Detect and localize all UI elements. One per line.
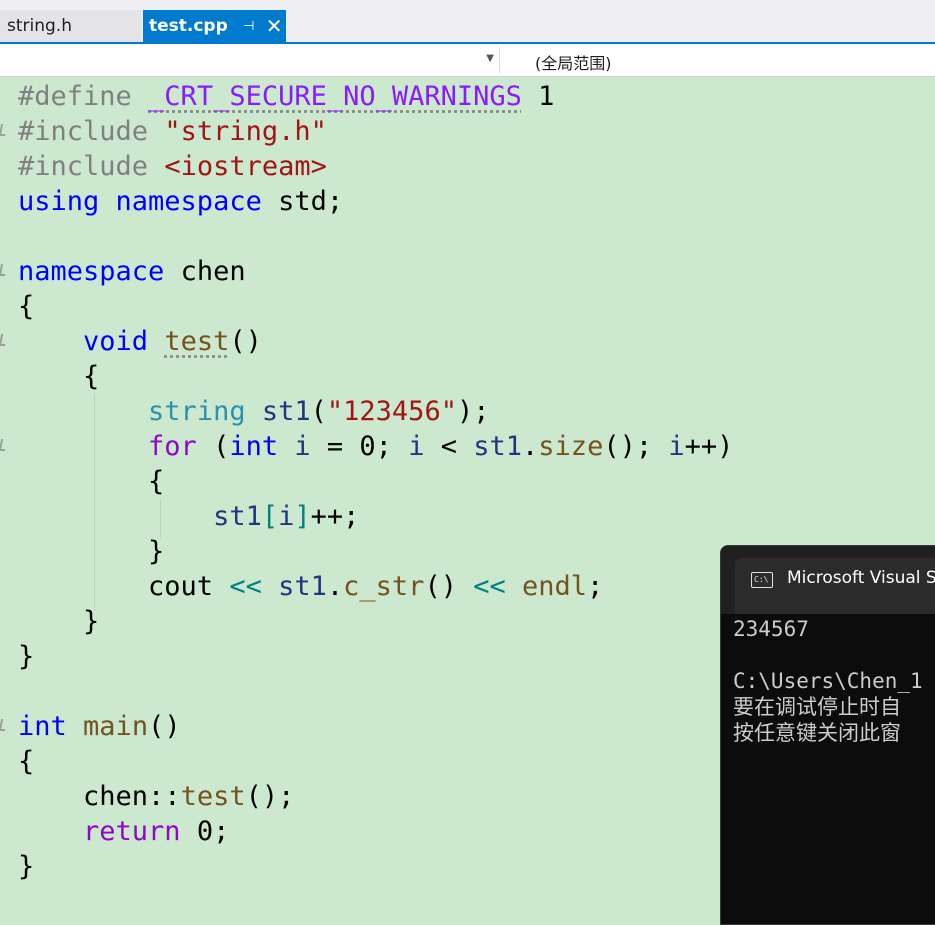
debug-console-window[interactable]: C:\ Microsoft Visual S 234567 C:\Users\C… xyxy=(720,545,935,925)
pin-icon[interactable]: ⊣ xyxy=(242,19,256,34)
outline-marker[interactable] xyxy=(0,334,8,346)
outline-marker[interactable] xyxy=(0,264,8,276)
code-line-19: int main() xyxy=(18,711,181,742)
code-line-13: st1[i]++; xyxy=(213,501,360,532)
console-line: 要在调试停止时自 xyxy=(733,695,901,719)
code-line-9: { xyxy=(18,361,100,392)
code-line-7: { xyxy=(18,291,35,322)
chevron-down-icon[interactable]: ▼ xyxy=(486,53,494,64)
console-title-bar[interactable]: C:\ Microsoft Visual S xyxy=(721,546,935,614)
code-line-3: #include <iostream> xyxy=(18,151,327,182)
scope-dropdown[interactable]: (全局范围) xyxy=(535,50,612,74)
console-icon: C:\ xyxy=(751,572,773,588)
code-line-8: void test() xyxy=(83,326,262,357)
code-line-20: { xyxy=(18,746,35,777)
console-title: Microsoft Visual S xyxy=(787,568,935,588)
console-tab[interactable]: C:\ Microsoft Visual S xyxy=(735,558,935,614)
console-output: 234567 C:\Users\Chen_1 要在调试停止时自 按任意键关闭此窗 xyxy=(733,616,923,746)
outline-marker[interactable] xyxy=(0,439,8,451)
code-line-17: } xyxy=(18,641,35,672)
code-line-4: using namespace std; xyxy=(18,186,344,217)
console-line: 234567 xyxy=(733,617,809,641)
code-line-15: cout << st1.c_str() << endl; xyxy=(18,571,604,602)
outline-marker[interactable] xyxy=(0,124,8,136)
code-line-22: return 0; xyxy=(83,816,230,847)
code-line-1: #define _CRT_SECURE_NO_WARNINGS 1 xyxy=(18,81,555,112)
code-line-21: chen::test(); xyxy=(18,781,295,812)
code-line-12: { xyxy=(18,466,165,497)
outline-marker[interactable] xyxy=(0,719,8,731)
code-line-10: string st1("123456"); xyxy=(148,396,490,427)
tab-test-cpp[interactable]: test.cpp ⊣ ✕ xyxy=(143,10,286,42)
project-dropdown[interactable]: ▼ xyxy=(0,47,500,73)
tab-label: string.h xyxy=(7,16,72,36)
console-line: C:\Users\Chen_1 xyxy=(733,669,923,693)
code-line-23: } xyxy=(18,851,35,882)
code-line-6: namespace chen xyxy=(18,256,246,287)
navigation-bar: ▼ (全局范围) xyxy=(0,44,935,77)
tab-string-h[interactable]: string.h xyxy=(0,10,141,42)
close-icon[interactable]: ✕ xyxy=(266,14,283,38)
code-line-2: #include "string.h" xyxy=(18,116,327,147)
console-line: 按任意键关闭此窗 xyxy=(733,721,901,745)
code-line-14: } xyxy=(18,536,165,567)
document-tab-bar: string.h test.cpp ⊣ ✕ xyxy=(0,0,935,44)
tab-label: test.cpp xyxy=(149,16,228,36)
code-line-11: for (int i = 0; i < st1.size(); i++) xyxy=(148,431,734,462)
code-line-16: } xyxy=(18,606,100,637)
